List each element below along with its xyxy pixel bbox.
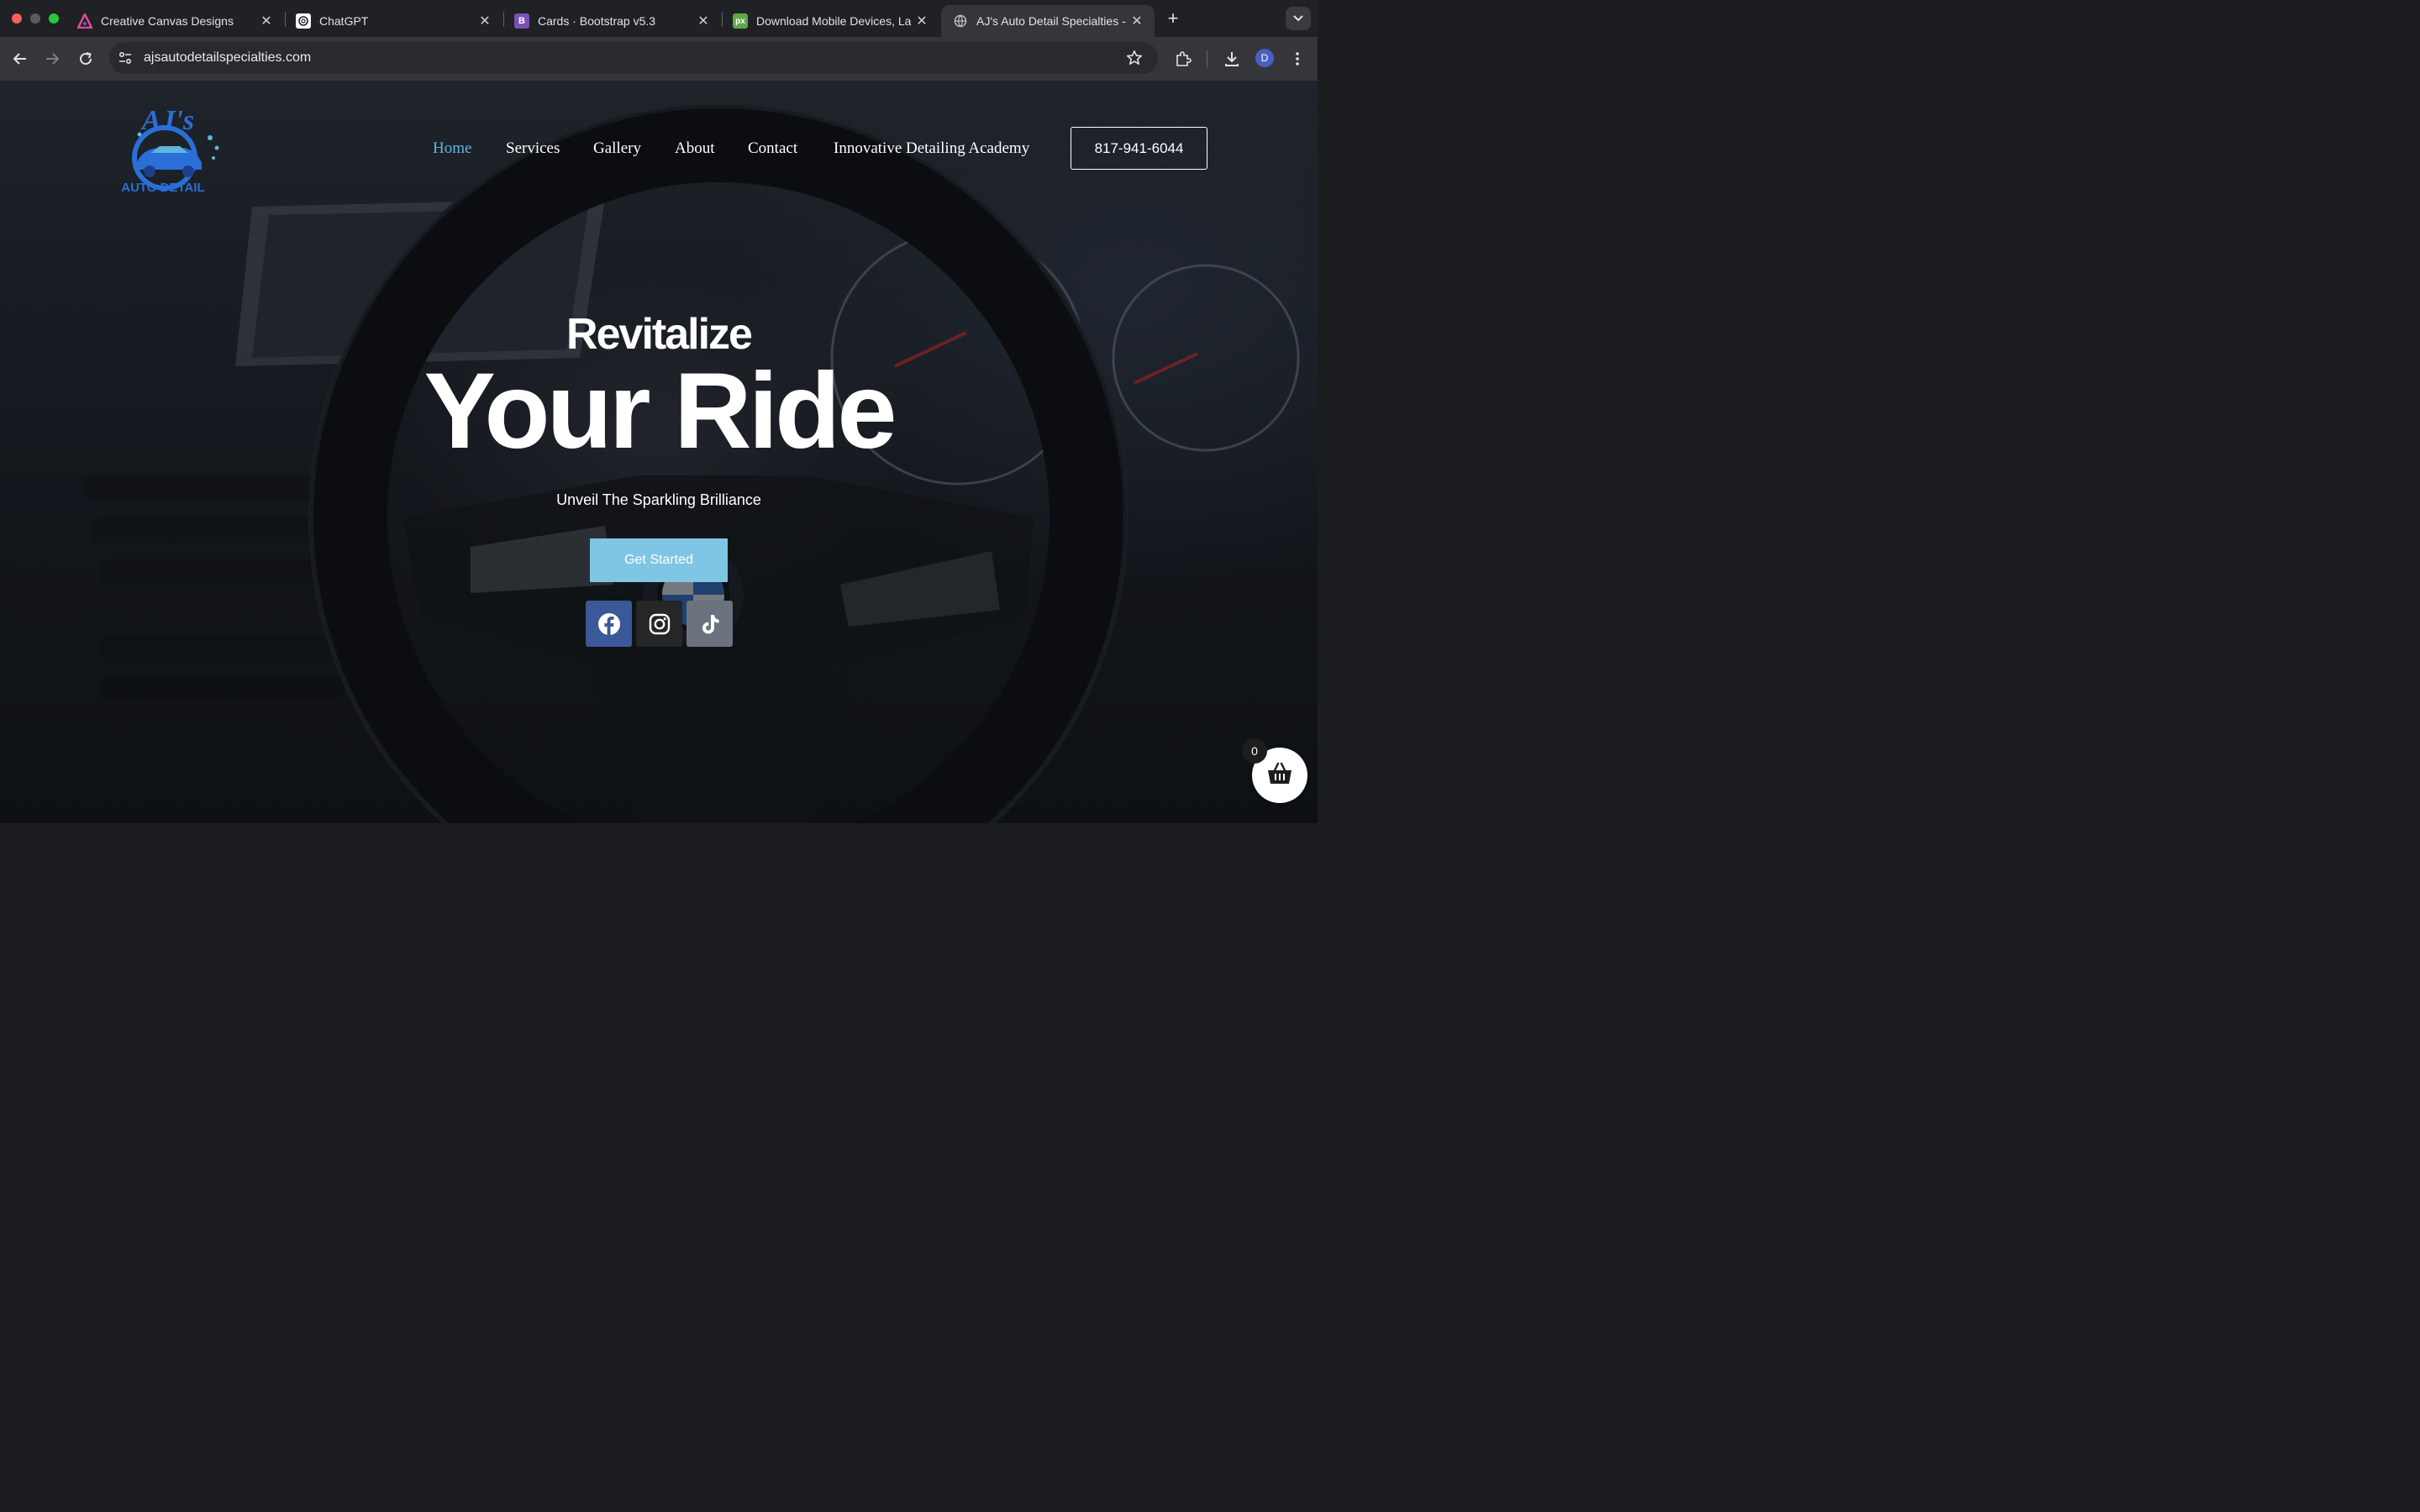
minimize-window-button[interactable] bbox=[30, 13, 40, 24]
reload-icon[interactable] bbox=[76, 49, 96, 69]
downloads-icon[interactable] bbox=[1222, 49, 1242, 69]
tab-pixeden[interactable]: px Download Mobile Devices, La ✕ bbox=[721, 5, 939, 37]
tab-bootstrap[interactable]: B Cards · Bootstrap v5.3 ✕ bbox=[502, 5, 721, 37]
tab-ajs-auto-detail[interactable]: AJ's Auto Detail Specialties - ✕ bbox=[941, 5, 1155, 37]
logo-text-ajs: AJ's bbox=[140, 105, 194, 136]
tab-search-icon[interactable] bbox=[1286, 7, 1311, 30]
nav-home[interactable]: Home bbox=[433, 139, 471, 158]
extensions-icon[interactable] bbox=[1173, 49, 1193, 69]
browser-tab-bar: Creative Canvas Designs ✕ ChatGPT ✕ B Ca… bbox=[0, 0, 1318, 37]
nav-gallery[interactable]: Gallery bbox=[593, 139, 641, 158]
nav-innovative-detailing-academy[interactable]: Innovative Detailing Academy bbox=[834, 139, 1029, 158]
basket-icon bbox=[1266, 762, 1293, 790]
nav-about[interactable]: About bbox=[675, 139, 715, 158]
close-tab-icon[interactable]: ✕ bbox=[914, 13, 929, 29]
phone-button[interactable]: 817-941-6044 bbox=[1071, 127, 1207, 170]
instagram-icon[interactable] bbox=[636, 601, 682, 647]
pixeden-icon: px bbox=[733, 13, 748, 29]
forward-icon[interactable] bbox=[42, 49, 62, 69]
url-text: ajsautodetailspecialties.com bbox=[144, 50, 312, 65]
site-info-icon[interactable] bbox=[118, 50, 133, 70]
cart-count-badge: 0 bbox=[1242, 738, 1267, 764]
close-tab-icon[interactable]: ✕ bbox=[1129, 13, 1144, 29]
hero-tagline: Unveil The Sparkling Brilliance bbox=[556, 491, 761, 508]
tab-creative-canvas[interactable]: Creative Canvas Designs ✕ bbox=[66, 5, 284, 37]
new-tab-icon[interactable]: + bbox=[1163, 8, 1183, 29]
bookmark-star-icon[interactable] bbox=[1126, 50, 1143, 71]
site-logo[interactable]: AJ's AUTO DETAIL bbox=[108, 104, 229, 195]
get-started-button[interactable]: Get Started bbox=[590, 538, 728, 582]
zoom-window-button[interactable] bbox=[49, 13, 59, 24]
close-tab-icon[interactable]: ✕ bbox=[696, 13, 711, 29]
facebook-icon[interactable] bbox=[586, 601, 632, 647]
globe-icon bbox=[953, 13, 968, 29]
chatgpt-icon bbox=[296, 13, 311, 29]
hero-heading-big: Your Ride bbox=[424, 351, 897, 471]
close-tab-icon[interactable]: ✕ bbox=[259, 13, 274, 29]
tiktok-icon[interactable] bbox=[687, 601, 733, 647]
profile-avatar[interactable]: D bbox=[1255, 49, 1274, 67]
browser-toolbar: ajsautodetailspecialties.com bbox=[0, 37, 1318, 81]
address-bar[interactable]: ajsautodetailspecialties.com bbox=[109, 42, 1158, 74]
logo-text-auto-detail: AUTO DETAIL bbox=[121, 181, 204, 195]
close-tab-icon[interactable]: ✕ bbox=[477, 13, 492, 29]
tab-chatgpt[interactable]: ChatGPT ✕ bbox=[284, 5, 502, 37]
nav-contact[interactable]: Contact bbox=[748, 139, 797, 158]
nav-services[interactable]: Services bbox=[506, 139, 560, 158]
bootstrap-icon: B bbox=[514, 13, 529, 29]
back-icon[interactable] bbox=[10, 49, 30, 69]
close-window-button[interactable] bbox=[12, 13, 22, 24]
browser-menu-icon[interactable] bbox=[1287, 49, 1307, 69]
creative-canvas-icon bbox=[77, 13, 92, 29]
